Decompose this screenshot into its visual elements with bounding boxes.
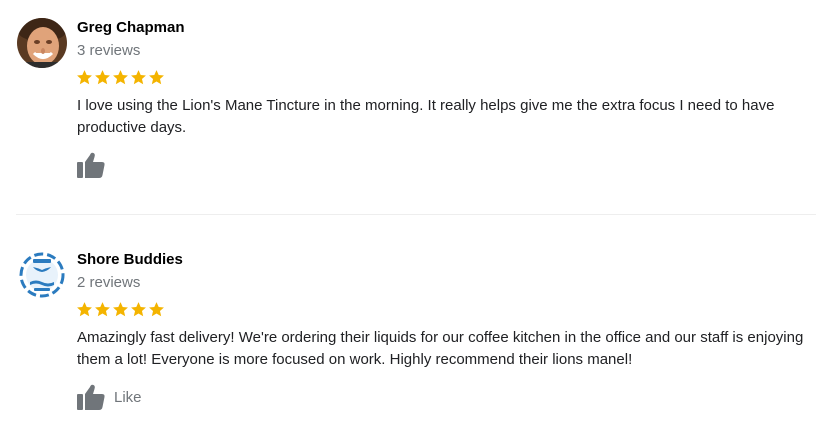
star-rating xyxy=(76,69,165,87)
thumbs-up-icon[interactable] xyxy=(77,152,105,178)
like-label[interactable]: Like xyxy=(114,389,142,406)
thumbs-up-icon[interactable] xyxy=(77,384,105,410)
review-card: Greg Chapman 3 reviews I love using the … xyxy=(0,0,816,215)
star-icon xyxy=(76,69,93,87)
reviewer-name[interactable]: Greg Chapman xyxy=(77,19,185,36)
star-icon xyxy=(148,301,165,319)
star-icon xyxy=(130,301,147,319)
star-icon xyxy=(112,301,129,319)
like-button[interactable]: Like xyxy=(77,384,142,410)
star-icon xyxy=(112,69,129,87)
star-icon xyxy=(148,69,165,87)
reviewer-name[interactable]: Shore Buddies xyxy=(77,251,183,268)
star-rating xyxy=(76,301,165,319)
reviewer-avatar[interactable] xyxy=(17,250,67,300)
star-icon xyxy=(76,301,93,319)
star-icon xyxy=(94,301,111,319)
reviewer-avatar[interactable] xyxy=(17,18,67,68)
star-icon xyxy=(94,69,111,87)
review-text: I love using the Lion's Mane Tincture in… xyxy=(77,97,775,136)
reviewer-review-count[interactable]: 2 reviews xyxy=(77,274,140,291)
review-card: Shore Buddies 2 reviews Amazingly fast d… xyxy=(0,232,816,431)
like-button[interactable] xyxy=(77,152,114,178)
review-divider xyxy=(16,214,816,215)
reviewer-review-count[interactable]: 3 reviews xyxy=(77,42,140,59)
review-text: Amazingly fast delivery! We're ordering … xyxy=(77,329,804,368)
star-icon xyxy=(130,69,147,87)
